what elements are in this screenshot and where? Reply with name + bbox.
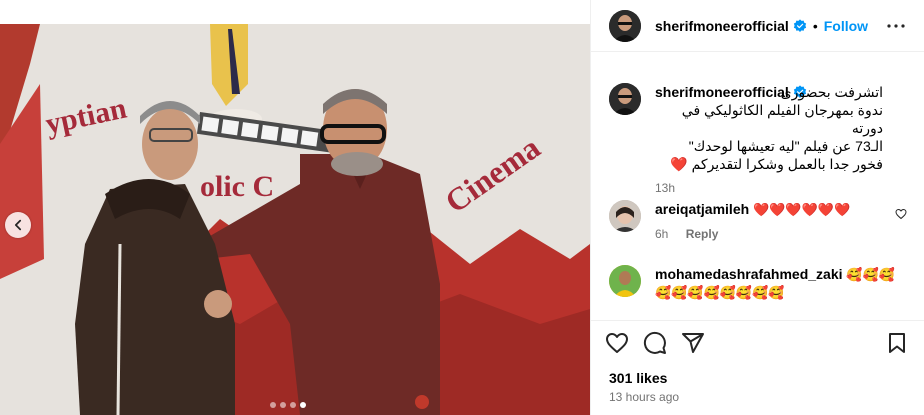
post-actions-bar: [591, 320, 924, 365]
avatar[interactable]: [609, 200, 641, 232]
comment-button[interactable]: [643, 331, 667, 355]
chevron-left-icon: [14, 219, 22, 231]
comment-username[interactable]: mohamedashrafahmed_zaki: [655, 266, 843, 282]
comment-icon: [643, 331, 666, 354]
more-options-icon[interactable]: [884, 14, 908, 38]
comment-item: mohamedashrafahmed_zaki 🥰🥰🥰 🥰🥰🥰🥰🥰🥰🥰🥰: [591, 265, 924, 302]
header-separator: •: [812, 17, 818, 34]
comment-text: 🥰🥰🥰🥰🥰🥰🥰🥰: [655, 285, 785, 300]
save-button[interactable]: [885, 331, 909, 355]
carousel-dot: [280, 402, 286, 408]
caption-time[interactable]: 13h: [655, 181, 675, 195]
avatar-image: [609, 200, 641, 232]
post-photo[interactable]: yptian olic C Cinema: [0, 24, 590, 415]
comment-body: mohamedashrafahmed_zaki 🥰🥰🥰 🥰🥰🥰🥰🥰🥰🥰🥰: [655, 265, 895, 302]
sign-text-mid: olic C: [200, 170, 274, 203]
comment-text: 🥰🥰🥰: [846, 267, 895, 282]
avatar[interactable]: [609, 9, 641, 42]
carousel-dot: [290, 402, 296, 408]
carousel-indicator: [270, 402, 306, 408]
verified-badge-icon: [793, 18, 806, 32]
post-header: sherifmoneerofficial • Follow: [591, 0, 924, 52]
share-icon: [682, 333, 704, 353]
comment-item: areiqatjamileh ❤️❤️❤️❤️❤️❤️ 6h Reply: [591, 200, 924, 243]
carousel-dot: [270, 402, 276, 408]
comment-time[interactable]: 6h: [655, 227, 668, 241]
avatar-image: [609, 83, 641, 115]
caption-line: الـ73 عن فيلم "ليه تعيشها لوحدك": [688, 138, 883, 154]
comment-text: ❤️❤️❤️❤️❤️❤️: [753, 202, 851, 217]
post-time[interactable]: 13 hours ago: [609, 390, 679, 404]
caption-meta: 13h: [655, 179, 883, 197]
heart-icon: [606, 333, 628, 353]
bookmark-icon: [889, 333, 905, 353]
comments-list: sherifmoneerofficial اتشرفت بحضورى ندوة …: [591, 53, 924, 319]
caption-line: فخور جدا بالعمل وشكرا لتقديركم ❤️: [670, 156, 883, 172]
avatar-image: [609, 9, 641, 42]
instagram-post: yptian olic C Cinema sherifmoneerofficia…: [0, 0, 924, 415]
caption-line: ندوة بمهرجان الفيلم الكاثوليكي في دورته: [681, 102, 883, 136]
photo-illustration: yptian olic C Cinema: [0, 24, 590, 415]
comment-body: areiqatjamileh ❤️❤️❤️❤️❤️❤️ 6h Reply: [655, 200, 850, 243]
caption-body: sherifmoneerofficial اتشرفت بحضورى ندوة …: [655, 83, 883, 197]
likes-count[interactable]: 301 likes: [609, 370, 667, 386]
share-button[interactable]: [681, 331, 705, 355]
avatar-image: [609, 265, 641, 297]
heart-icon[interactable]: [895, 208, 907, 220]
like-button[interactable]: [605, 331, 629, 355]
avatar[interactable]: [609, 265, 641, 297]
follow-button[interactable]: Follow: [824, 18, 868, 34]
comment-username[interactable]: areiqatjamileh: [655, 201, 749, 217]
header-username[interactable]: sherifmoneerofficial: [655, 18, 789, 34]
caption-username[interactable]: sherifmoneerofficial: [655, 83, 789, 101]
comment-meta: 6h Reply: [655, 225, 850, 243]
carousel-dot-active: [300, 402, 306, 408]
avatar[interactable]: [609, 83, 641, 115]
caption-comment: sherifmoneerofficial اتشرفت بحضورى ندوة …: [591, 83, 899, 197]
post-media: yptian olic C Cinema: [0, 0, 590, 415]
post-side-panel: sherifmoneerofficial • Follow sherifmone…: [590, 0, 924, 415]
carousel-prev-button[interactable]: [5, 212, 31, 238]
reply-button[interactable]: Reply: [686, 227, 719, 241]
